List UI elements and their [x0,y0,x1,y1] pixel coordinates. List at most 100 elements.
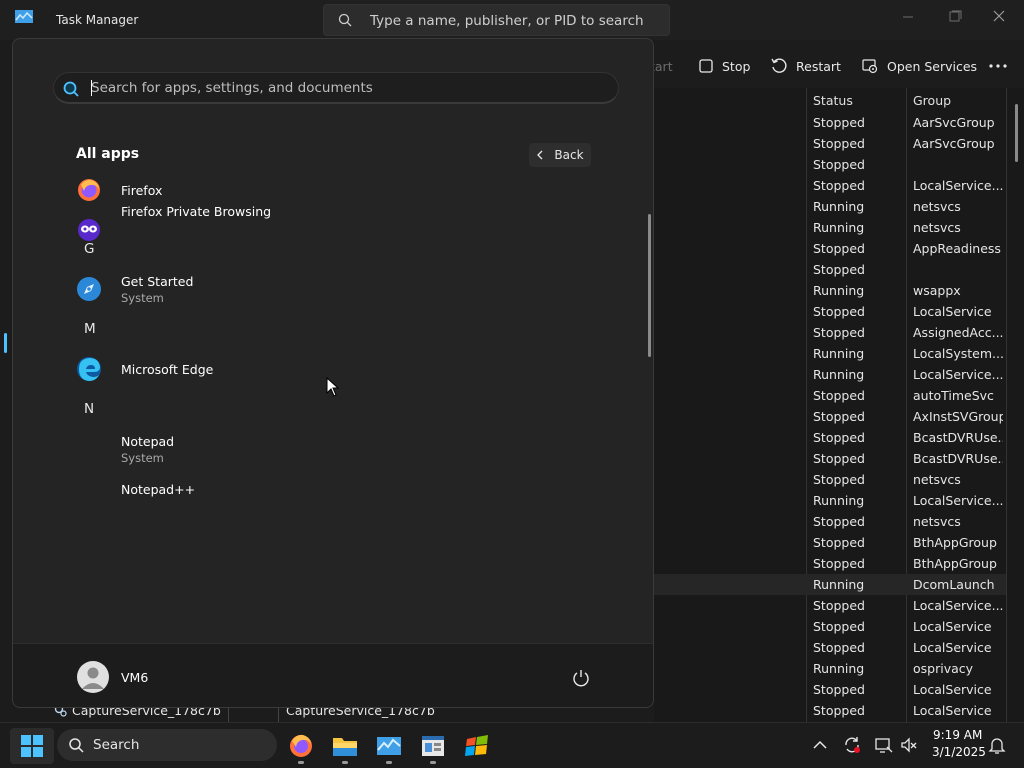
status-cell: Stopped [813,115,865,130]
status-cell: Stopped [813,262,865,277]
app-name: Microsoft Edge [121,362,214,377]
status-cell: Stopped [813,409,865,424]
group-cell: netsvcs [913,514,961,529]
status-cell: Stopped [813,682,865,697]
back-label: Back [554,148,584,162]
folder-icon [333,738,357,756]
group-letter-m[interactable]: M [84,321,96,337]
task-manager-icon [377,737,401,755]
taskbar-firefox[interactable] [285,730,317,764]
table-row[interactable]: Stopped LocalService [654,616,1006,637]
open-services-button[interactable]: Open Services [861,56,977,76]
group-cell: LocalService [913,703,992,718]
status-cell: Stopped [813,430,865,445]
table-row[interactable]: Stopped AarSvcGroup [654,112,1006,133]
start-search-input[interactable]: Search for apps, settings, and documents [53,72,619,104]
table-row[interactable]: Stopped AppReadiness [654,238,1006,259]
table-row[interactable]: Stopped AxInstSVGroup [654,406,1006,427]
status-cell: Running [813,577,865,592]
taskbar-search-box[interactable]: Search [57,729,277,761]
table-row[interactable]: Stopped BthAppGroup [654,532,1006,553]
app-subtitle: System [121,451,164,465]
stop-service-button[interactable]: Stop [698,56,750,76]
table-row[interactable]: Stopped LocalService [654,700,1006,721]
table-row[interactable]: Stopped BthAppGroup [654,553,1006,574]
group-letter-n[interactable]: N [84,401,94,417]
table-row[interactable]: Stopped LocalService [654,637,1006,658]
services-table: Status Group Stopped AarSvcGroup Stopped Aa… [654,88,1024,722]
mouse-cursor-icon [326,377,340,397]
table-row[interactable]: Running netsvcs [654,196,1006,217]
table-row[interactable]: Running LocalService... [654,490,1006,511]
group-column-header[interactable]: Group [913,93,951,108]
app-item-firefox-private-browsing[interactable]: Firefox Private Browsing [76,202,596,241]
network-icon[interactable] [874,735,894,755]
table-row[interactable]: Running DcomLaunch [654,574,1006,595]
status-cell: Stopped [813,325,865,340]
group-cell: BthAppGroup [913,535,997,550]
group-letter-g[interactable]: G [84,241,94,257]
restart-service-button[interactable]: Restart [770,56,841,76]
close-icon[interactable] [987,8,1011,26]
table-row[interactable]: Stopped LocalService... [654,175,1006,196]
sync-update-icon[interactable] [842,735,862,755]
group-cell: osprivacy [913,661,974,676]
table-row[interactable]: Running LocalSystem... [654,343,1006,364]
user-avatar[interactable] [77,661,109,693]
app-item-get-started[interactable]: Get Started System [76,273,596,305]
minimize-icon[interactable] [896,8,920,26]
table-row[interactable]: Stopped netsvcs [654,511,1006,532]
apps-list-scrollbar[interactable] [648,214,651,357]
app-item-notepad-plus-plus[interactable]: Notepad++ [76,481,596,513]
taskbar: Search 9:19 AM 3/1/2025 [0,722,1024,768]
user-name[interactable]: VM6 [121,670,148,685]
group-cell: netsvcs [913,220,961,235]
group-cell: LocalService [913,682,992,697]
maximize-icon[interactable] [942,8,966,26]
taskbar-control-panel[interactable] [417,730,449,764]
status-column-header[interactable]: Status [813,93,853,108]
status-cell: Stopped [813,451,865,466]
app-item-notepad[interactable]: Notepad System [76,433,596,465]
table-row[interactable]: Running wsappx [654,280,1006,301]
taskbar-task-manager[interactable] [373,730,405,764]
running-indicator [342,761,348,764]
power-icon[interactable] [571,668,591,688]
table-row[interactable]: Stopped LocalService... [654,595,1006,616]
chevron-up-icon[interactable] [810,735,830,755]
start-button[interactable] [10,728,54,764]
back-button[interactable]: Back [529,143,591,167]
table-body: Stopped AarSvcGroup Stopped AarSvcGroup Stop… [654,112,1006,721]
table-row[interactable]: Stopped autoTimeSvc [654,385,1006,406]
chevron-left-icon [537,150,543,160]
group-cell: LocalService... [913,367,1003,382]
table-row[interactable]: Stopped BcastDVRUse... [654,448,1006,469]
table-row[interactable]: Stopped [654,154,1006,175]
app-name: Firefox Private Browsing [121,204,272,219]
table-row[interactable]: Running netsvcs [654,217,1006,238]
table-row[interactable]: Stopped netsvcs [654,469,1006,490]
table-row[interactable]: Stopped LocalService [654,679,1006,700]
clock-date[interactable]: 3/1/2025 [932,745,986,759]
group-cell: LocalService [913,640,992,655]
more-options-icon[interactable] [988,56,1008,76]
table-row[interactable]: Stopped BcastDVRUse... [654,427,1006,448]
notification-bell-icon[interactable] [987,735,1007,755]
table-row[interactable]: Stopped LocalService [654,301,1006,322]
table-row[interactable]: Running LocalService... [654,364,1006,385]
table-row[interactable]: Stopped AarSvcGroup [654,133,1006,154]
group-cell: LocalService... [913,493,1003,508]
table-row[interactable]: Stopped [654,259,1006,280]
status-cell: Stopped [813,472,865,487]
table-row[interactable]: Stopped AssignedAcc... [654,322,1006,343]
table-row[interactable]: Running osprivacy [654,658,1006,679]
process-search-input[interactable]: Type a name, publisher, or PID to search [323,4,670,36]
table-scrollbar[interactable] [1015,104,1018,162]
clock-time[interactable]: 9:19 AM [933,728,982,742]
taskbar-search-label: Search [93,737,140,753]
volume-muted-icon[interactable] [899,735,919,755]
search-placeholder: Search for apps, settings, and documents [91,80,373,96]
taskbar-windows-app[interactable] [461,730,493,762]
taskbar-file-explorer[interactable] [329,730,361,764]
group-cell: AssignedAcc... [913,325,1003,340]
